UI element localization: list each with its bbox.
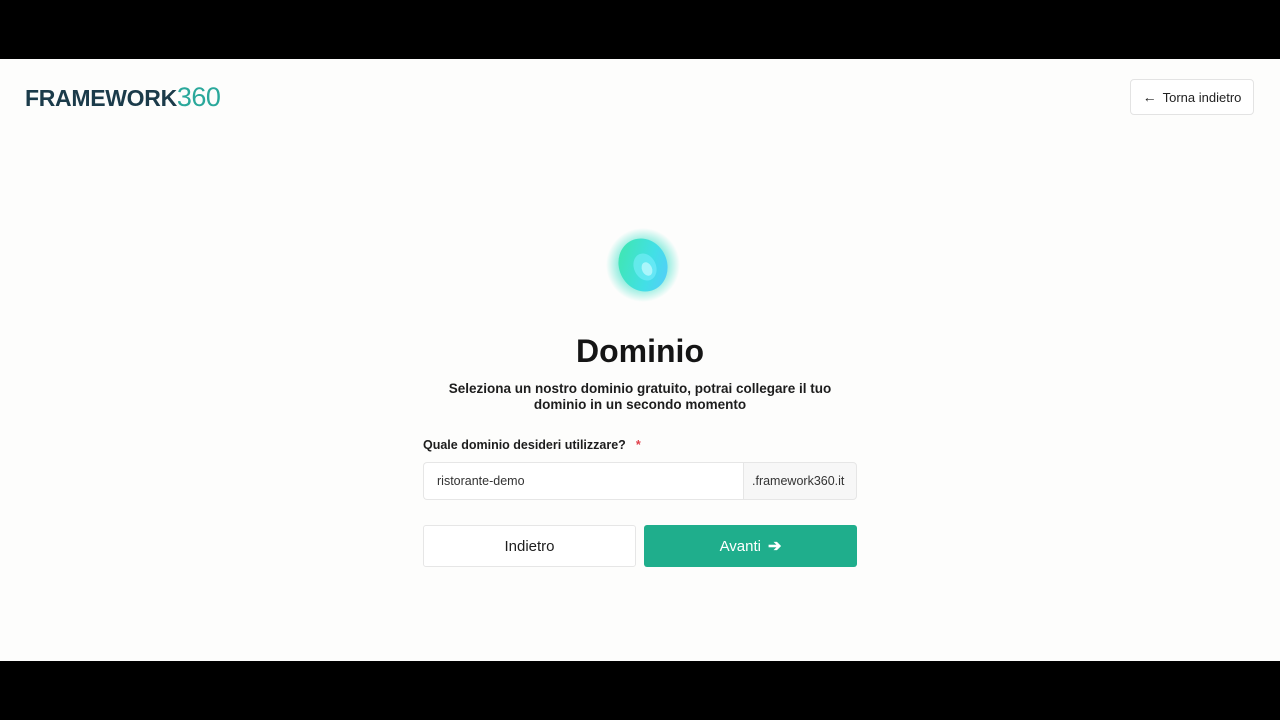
back-button[interactable]: ← Torna indietro — [1130, 79, 1254, 115]
back-button-label: Torna indietro — [1162, 89, 1242, 105]
letterbox-bottom — [0, 661, 1280, 720]
logo-number: 360 — [176, 82, 221, 112]
next-button-label: Avanti — [719, 537, 761, 555]
arrow-left-icon: ← — [1142, 89, 1157, 105]
arrow-right-icon: ➔ — [768, 538, 782, 555]
domain-suffix: .framework360.it — [743, 462, 857, 500]
previous-button-label: Indietro — [504, 537, 555, 555]
letterbox-top — [0, 0, 1280, 59]
previous-button[interactable]: Indietro — [423, 525, 636, 567]
glowing-orb-icon — [606, 228, 680, 302]
onboarding-page: FRAMEWORK360 ← Torna indietro Dominio Se… — [0, 59, 1280, 661]
domain-input[interactable] — [423, 462, 743, 500]
next-button[interactable]: Avanti ➔ — [644, 525, 857, 567]
domain-label-text: Quale dominio desideri utilizzare? — [423, 438, 626, 452]
domain-input-group: .framework360.it — [423, 462, 857, 500]
required-asterisk: * — [635, 438, 641, 452]
domain-field-label: Quale dominio desideri utilizzare? * — [423, 438, 641, 452]
logo-text: FRAMEWORK — [25, 85, 177, 111]
framework360-logo: FRAMEWORK360 — [25, 82, 221, 112]
page-title: Dominio — [576, 333, 704, 369]
page-subtitle: Seleziona un nostro dominio gratuito, po… — [448, 381, 832, 412]
